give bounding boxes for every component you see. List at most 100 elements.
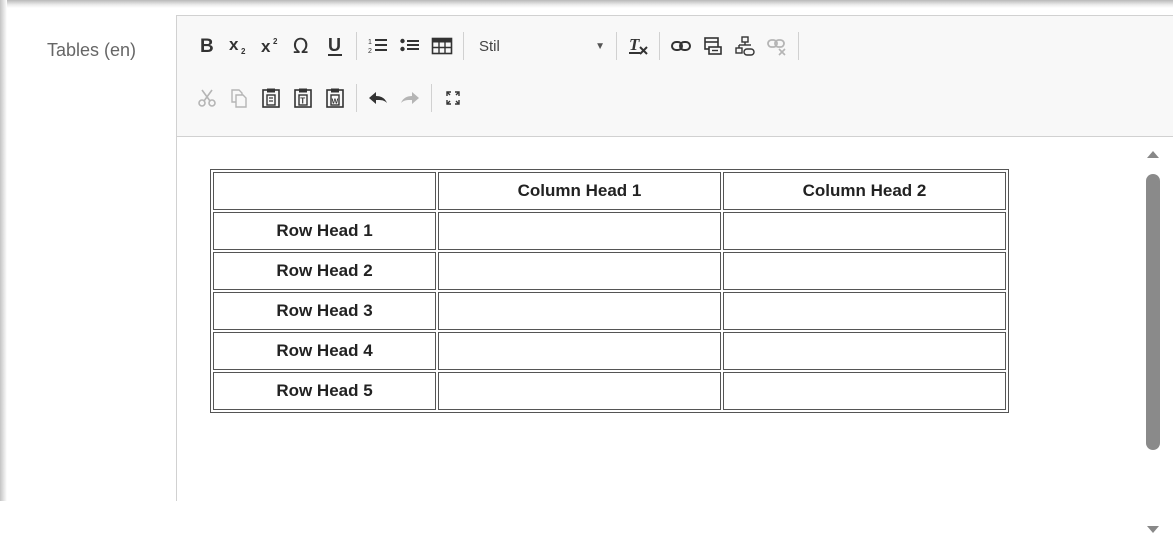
toolbar-separator bbox=[463, 32, 464, 60]
paste-button[interactable] bbox=[255, 82, 287, 114]
table-button[interactable] bbox=[426, 30, 458, 62]
table-cell[interactable] bbox=[438, 252, 721, 290]
table-row-header[interactable]: Row Head 4 bbox=[213, 332, 436, 370]
subscript-icon: x2 bbox=[229, 36, 246, 56]
redo-button[interactable] bbox=[394, 82, 426, 114]
table-cell[interactable] bbox=[723, 252, 1006, 290]
table-cell[interactable] bbox=[723, 372, 1006, 410]
table-icon bbox=[431, 37, 453, 55]
svg-text:W: W bbox=[332, 99, 339, 106]
maximize-icon bbox=[446, 91, 460, 105]
rich-text-editor: B x2 x2 Ω U 1 2 Stil ▼ T T W Column Head… bbox=[176, 15, 1173, 533]
toolbar-separator bbox=[431, 84, 432, 112]
table-cell[interactable] bbox=[723, 292, 1006, 330]
table-row: Row Head 5 bbox=[213, 372, 1006, 410]
table-cell[interactable] bbox=[438, 372, 721, 410]
svg-text:T: T bbox=[300, 97, 305, 106]
unlink-button[interactable] bbox=[761, 30, 793, 62]
scrollbar-thumb[interactable] bbox=[1146, 174, 1160, 450]
svg-text:x: x bbox=[229, 36, 239, 54]
table-cell[interactable] bbox=[723, 332, 1006, 370]
remove-format-icon: T bbox=[629, 35, 648, 55]
svg-text:1: 1 bbox=[368, 39, 372, 46]
table-row-header[interactable]: Row Head 5 bbox=[213, 372, 436, 410]
field-label: Tables (en) bbox=[47, 40, 137, 60]
superscript-button[interactable]: x2 bbox=[255, 30, 287, 62]
table-cell[interactable] bbox=[438, 332, 721, 370]
sitemap-link-button[interactable] bbox=[729, 30, 761, 62]
paste-word-icon: W bbox=[326, 88, 344, 108]
underline-button[interactable]: U bbox=[319, 30, 351, 62]
anchor-icon bbox=[704, 37, 722, 55]
redo-icon bbox=[401, 92, 419, 104]
bulleted-list-button[interactable] bbox=[394, 30, 426, 62]
table-column-header[interactable]: Column Head 1 bbox=[438, 172, 721, 210]
table-row: Row Head 3 bbox=[213, 292, 1006, 330]
svg-text:2: 2 bbox=[273, 37, 278, 46]
vertical-scrollbar[interactable] bbox=[1141, 137, 1165, 533]
maximize-button[interactable] bbox=[437, 82, 469, 114]
remove-format-button[interactable]: T bbox=[622, 30, 654, 62]
superscript-icon: x2 bbox=[261, 37, 278, 56]
table-row-header[interactable]: Row Head 1 bbox=[213, 212, 436, 250]
bulleted-list-icon bbox=[400, 38, 419, 52]
svg-text:Ω: Ω bbox=[293, 35, 308, 57]
unlink-icon bbox=[767, 39, 786, 56]
scissors-icon bbox=[198, 89, 216, 107]
link-button[interactable] bbox=[665, 30, 697, 62]
table-row: Row Head 4 bbox=[213, 332, 1006, 370]
table-cell[interactable] bbox=[438, 212, 721, 250]
toolbar-separator bbox=[356, 32, 357, 60]
paste-icon bbox=[262, 88, 280, 108]
table-cell[interactable] bbox=[723, 212, 1006, 250]
sitemap-link-icon bbox=[735, 36, 755, 56]
svg-text:2: 2 bbox=[241, 47, 246, 56]
numbered-list-button[interactable]: 1 2 bbox=[362, 30, 394, 62]
subscript-button[interactable]: x2 bbox=[223, 30, 255, 62]
svg-text:x: x bbox=[261, 37, 271, 56]
table-cell[interactable] bbox=[438, 292, 721, 330]
table-column-header[interactable]: Column Head 2 bbox=[723, 172, 1006, 210]
scroll-down-arrow-icon[interactable] bbox=[1147, 526, 1159, 533]
styles-dropdown[interactable]: Stil ▼ bbox=[469, 31, 611, 61]
anchor-button[interactable] bbox=[697, 30, 729, 62]
numbered-list-icon: 1 2 bbox=[368, 39, 387, 55]
table-row: Row Head 2 bbox=[213, 252, 1006, 290]
svg-text:U: U bbox=[328, 35, 341, 55]
editor-content-area[interactable]: Column Head 1 Column Head 2 Row Head 1 R… bbox=[177, 137, 1137, 502]
toolbar-separator bbox=[616, 32, 617, 60]
scroll-up-arrow-icon[interactable] bbox=[1147, 151, 1159, 158]
link-icon bbox=[671, 41, 691, 51]
undo-icon bbox=[369, 92, 387, 104]
paste-word-button[interactable]: W bbox=[319, 82, 351, 114]
toolbar-separator bbox=[356, 84, 357, 112]
bold-button[interactable]: B bbox=[191, 30, 223, 62]
content-table[interactable]: Column Head 1 Column Head 2 Row Head 1 R… bbox=[210, 169, 1009, 413]
editor-toolbar: B x2 x2 Ω U 1 2 Stil ▼ T T W bbox=[177, 16, 1173, 137]
copy-icon bbox=[231, 89, 247, 108]
toolbar-row-2: T W bbox=[191, 80, 469, 116]
svg-text:T: T bbox=[629, 35, 640, 54]
table-row-header[interactable]: Row Head 2 bbox=[213, 252, 436, 290]
toolbar-separator bbox=[659, 32, 660, 60]
toolbar-separator bbox=[798, 32, 799, 60]
table-header-row: Column Head 1 Column Head 2 bbox=[213, 172, 1006, 210]
bold-icon: B bbox=[200, 36, 214, 56]
table-row-header[interactable]: Row Head 3 bbox=[213, 292, 436, 330]
toolbar-row-1: B x2 x2 Ω U 1 2 Stil ▼ T bbox=[191, 28, 804, 64]
styles-dropdown-value: Stil bbox=[479, 37, 500, 55]
underline-icon: U bbox=[328, 35, 342, 56]
window-left-shadow bbox=[0, 0, 7, 501]
chevron-down-icon: ▼ bbox=[595, 40, 605, 52]
omega-icon: Ω bbox=[293, 35, 308, 57]
undo-button[interactable] bbox=[362, 82, 394, 114]
copy-button[interactable] bbox=[223, 82, 255, 114]
paste-text-icon: T bbox=[294, 88, 312, 108]
window-top-shadow bbox=[0, 0, 1173, 8]
table-cell[interactable] bbox=[213, 172, 436, 210]
svg-text:B: B bbox=[200, 36, 214, 56]
special-char-button[interactable]: Ω bbox=[287, 30, 319, 62]
paste-text-button[interactable]: T bbox=[287, 82, 319, 114]
svg-text:2: 2 bbox=[368, 48, 372, 55]
cut-button[interactable] bbox=[191, 82, 223, 114]
